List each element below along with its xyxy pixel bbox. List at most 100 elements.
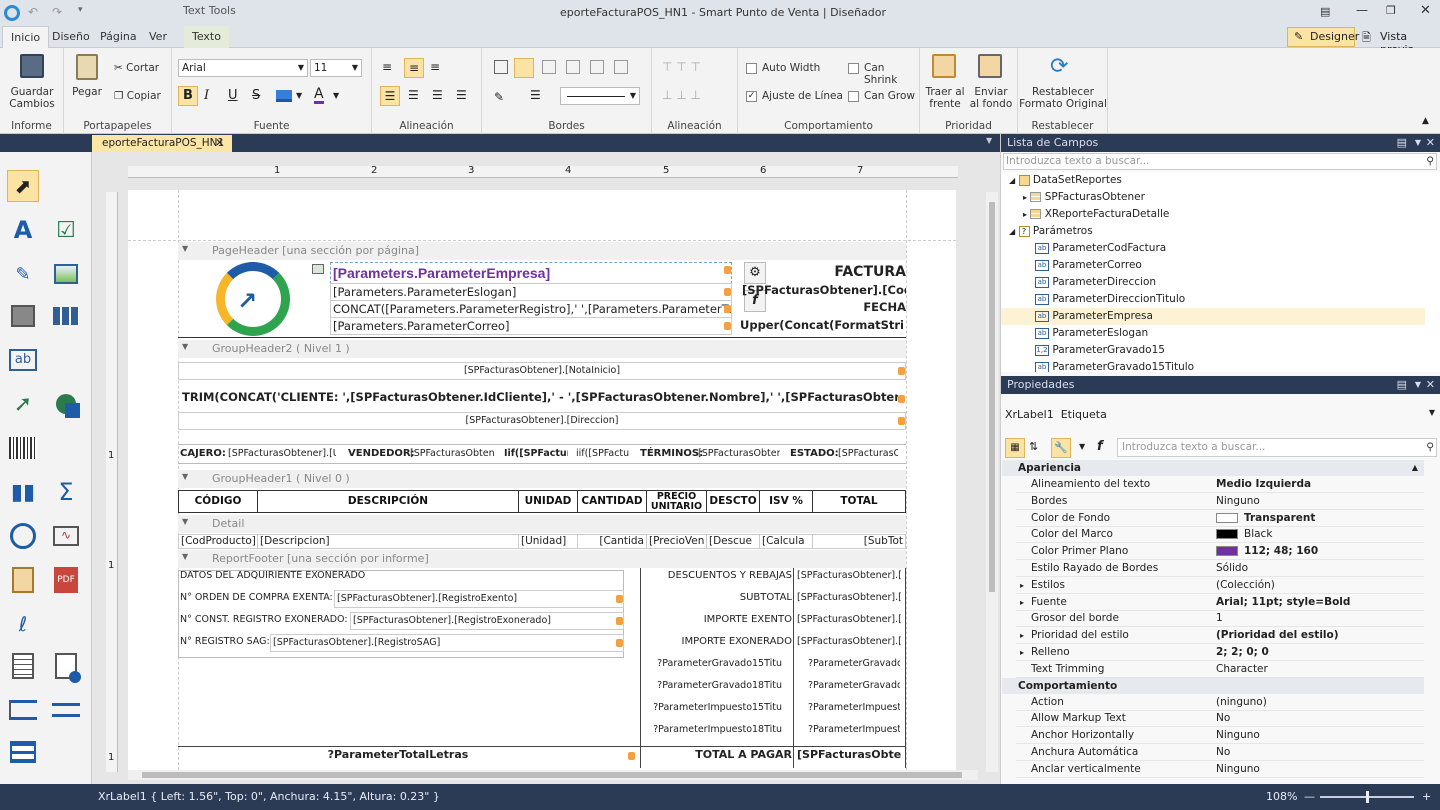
footer-value-impuesto15[interactable]: ?ParameterImpuesto	[808, 702, 900, 713]
footer-value-exento[interactable]: [SPFacturasObtener].[	[797, 614, 901, 625]
label-direccion[interactable]: [SPFacturasObtener].[Direccion]	[178, 412, 906, 430]
dropdown-icon[interactable]: ▼	[1415, 134, 1421, 152]
detail-subtotal[interactable]: [SubTot	[812, 534, 906, 549]
detail-descripcion[interactable]: [Descripcion]	[257, 534, 519, 549]
can-grow-checkbox[interactable]	[848, 91, 859, 102]
page-break-tool-icon[interactable]	[7, 694, 39, 726]
categorized-button[interactable]: ▦	[1005, 438, 1025, 458]
property-value[interactable]: Character	[1216, 661, 1268, 678]
footer-label-gravado18[interactable]: ?ParameterGravado18Titu	[642, 680, 782, 691]
footer-label-total-pagar[interactable]: TOTAL A PAGAR	[642, 748, 792, 761]
cross-band-box-tool-icon[interactable]	[7, 736, 39, 768]
horizontal-scrollbar[interactable]	[128, 770, 978, 780]
property-row[interactable]: Alineamiento del texto Medio Izquierda	[1016, 476, 1424, 493]
tree-param[interactable]: ab ParameterCorreo	[1035, 257, 1142, 274]
property-row[interactable]: Estilo Rayado de Bordes Sólido	[1016, 560, 1424, 577]
checkbox-tool-icon[interactable]: ☑	[50, 214, 82, 246]
tab-inicio[interactable]: Inicio	[2, 26, 50, 48]
chevron-down-icon[interactable]: ▼	[333, 91, 339, 100]
terminos-label[interactable]: TÉRMINOS:	[640, 448, 703, 459]
barcode-tool-icon[interactable]	[7, 432, 39, 464]
footer-label-importe-exonerado[interactable]: IMPORTE EXONERADO	[642, 636, 792, 647]
wrench-button[interactable]: 🔧	[1051, 438, 1071, 458]
panel-tool-icon[interactable]	[7, 300, 39, 332]
pdf-tool-icon[interactable]: PDF	[50, 564, 82, 596]
chart-tool-icon[interactable]: ▮▮	[7, 476, 39, 508]
alphabetical-button[interactable]: ⇅	[1029, 440, 1038, 453]
bring-to-front-icon[interactable]	[932, 54, 956, 78]
property-value[interactable]: Medio Izquierda	[1216, 476, 1311, 493]
chevron-down-icon[interactable]: ▼	[1079, 442, 1085, 451]
shape-tool-icon[interactable]	[50, 388, 82, 420]
align-middle-icon[interactable]: ≡	[404, 58, 424, 78]
paste-button-label[interactable]: Pegar	[70, 86, 104, 98]
sparkline-tool-icon[interactable]: ∿	[50, 520, 82, 552]
align-left-icon[interactable]: ☰	[380, 86, 400, 106]
property-search-input[interactable]: Introduzca texto a buscar... ⚲	[1117, 438, 1437, 457]
copy-button[interactable]: ❐ Copiar	[114, 90, 161, 102]
close-tab-icon[interactable]: ✕	[215, 135, 224, 152]
word-wrap-checkbox[interactable]: ✓	[746, 91, 757, 102]
vendedor-label[interactable]: VENDEDOR:	[348, 448, 415, 459]
footer-label-descuentos[interactable]: DESCUENTOS Y REBAJAS	[642, 570, 792, 581]
tree-param[interactable]: ab ParameterDireccionTitulo	[1035, 291, 1185, 308]
property-row[interactable]: Prioridad del estilo ▸ (Prioridad del esti…	[1016, 627, 1424, 645]
property-row[interactable]: Relleno ▸ 2; 2; 0; 0	[1016, 644, 1424, 661]
category-apariencia[interactable]: Apariencia ▲	[1002, 460, 1424, 476]
border-none-icon[interactable]	[494, 60, 508, 74]
tree-param[interactable]: ab ParameterDireccion	[1035, 274, 1156, 291]
tree-node-xreporte[interactable]: ▸ XReporteFacturaDetalle	[1023, 206, 1169, 223]
italic-button[interactable]: I	[204, 88, 209, 103]
expand-icon[interactable]: ▸	[1020, 577, 1024, 594]
auto-width-checkbox[interactable]	[746, 63, 757, 74]
send-back-label[interactable]: Enviar al fondo	[968, 86, 1014, 110]
vertical-scrollbar[interactable]	[986, 192, 998, 772]
tab-list-dropdown-icon[interactable]: ▼	[986, 136, 992, 145]
estado-value[interactable]: [SPFacturasO	[838, 448, 898, 459]
paste-icon[interactable]	[76, 54, 98, 80]
detail-precio[interactable]: [PrecioVen	[646, 534, 707, 549]
property-value[interactable]: (ninguno)	[1216, 694, 1267, 711]
redo-icon[interactable]: ↷	[52, 5, 62, 19]
property-row[interactable]: Estilos ▸ (Colección)	[1016, 577, 1424, 594]
property-row[interactable]: Grosor del borde 1	[1016, 610, 1424, 628]
footer-value-impuesto18[interactable]: ?ParameterImpuesto	[808, 724, 900, 735]
quick-access-dropdown-icon[interactable]: ▾	[78, 5, 83, 15]
band-group-header1[interactable]: GroupHeader1 ( Nivel 0 )	[178, 470, 906, 488]
property-value[interactable]: (Prioridad del estilo)	[1216, 627, 1339, 644]
richtext-tool-icon[interactable]: ✎	[7, 258, 39, 290]
property-value[interactable]: 112; 48; 160	[1244, 543, 1318, 560]
border-bottom-icon[interactable]	[614, 60, 628, 74]
align-right-icon[interactable]: ☰	[432, 88, 443, 102]
summary-tool-icon[interactable]: Σ	[50, 476, 82, 508]
footer-label-impuesto18[interactable]: ?ParameterImpuesto18Titu	[642, 724, 782, 735]
footer-value-gravado18[interactable]: ?ParameterGravado	[808, 680, 900, 691]
chevron-down-icon[interactable]: ▼	[182, 472, 188, 481]
pointer-tool-icon[interactable]: ⬈	[7, 170, 39, 202]
property-row[interactable]: Allow Markup Text No	[1016, 710, 1424, 728]
property-value[interactable]: Transparent	[1244, 510, 1315, 527]
footer-label-adquiriente[interactable]: DATOS DEL ADQUIRIENTE EXONERADO	[180, 570, 365, 581]
band-group-header2[interactable]: GroupHeader2 ( Nivel 1 )	[178, 340, 906, 358]
tree-param[interactable]: ab ParameterEslogan	[1035, 325, 1148, 342]
iif-value-2[interactable]: iif([SPFactu	[576, 448, 632, 459]
property-value[interactable]: Black	[1244, 526, 1272, 543]
close-icon[interactable]: ✕	[1426, 134, 1435, 152]
property-value[interactable]: Ninguno	[1216, 727, 1260, 744]
table-tool-icon[interactable]	[50, 300, 82, 332]
label-tool-icon[interactable]: A	[7, 214, 39, 246]
footer-value-total[interactable]: [SPFacturasObtene	[797, 748, 901, 761]
align-justify-icon[interactable]: ☰	[456, 88, 467, 102]
can-shrink-checkbox[interactable]	[848, 63, 859, 74]
size-controls-icon[interactable]: ⊥ ⊥ ⊥	[662, 88, 701, 102]
expressions-button[interactable]: f	[1097, 439, 1103, 454]
detail-cantidad[interactable]: [Cantida	[577, 534, 647, 549]
collapse-ribbon-icon[interactable]: ▲	[1422, 116, 1429, 126]
back-color-button[interactable]	[276, 90, 292, 102]
underline-button[interactable]: U	[228, 88, 238, 103]
footer-value-registro-sag[interactable]: [SPFacturasObtener].[RegistroSAG]	[270, 634, 624, 652]
tab-pagina[interactable]: Página	[92, 26, 145, 48]
tree-param[interactable]: ab ParameterGravado15Titulo	[1035, 359, 1194, 372]
zoom-in-button[interactable]: +	[1422, 784, 1431, 810]
footer-label-impuesto15[interactable]: ?ParameterImpuesto15Titu	[642, 702, 782, 713]
